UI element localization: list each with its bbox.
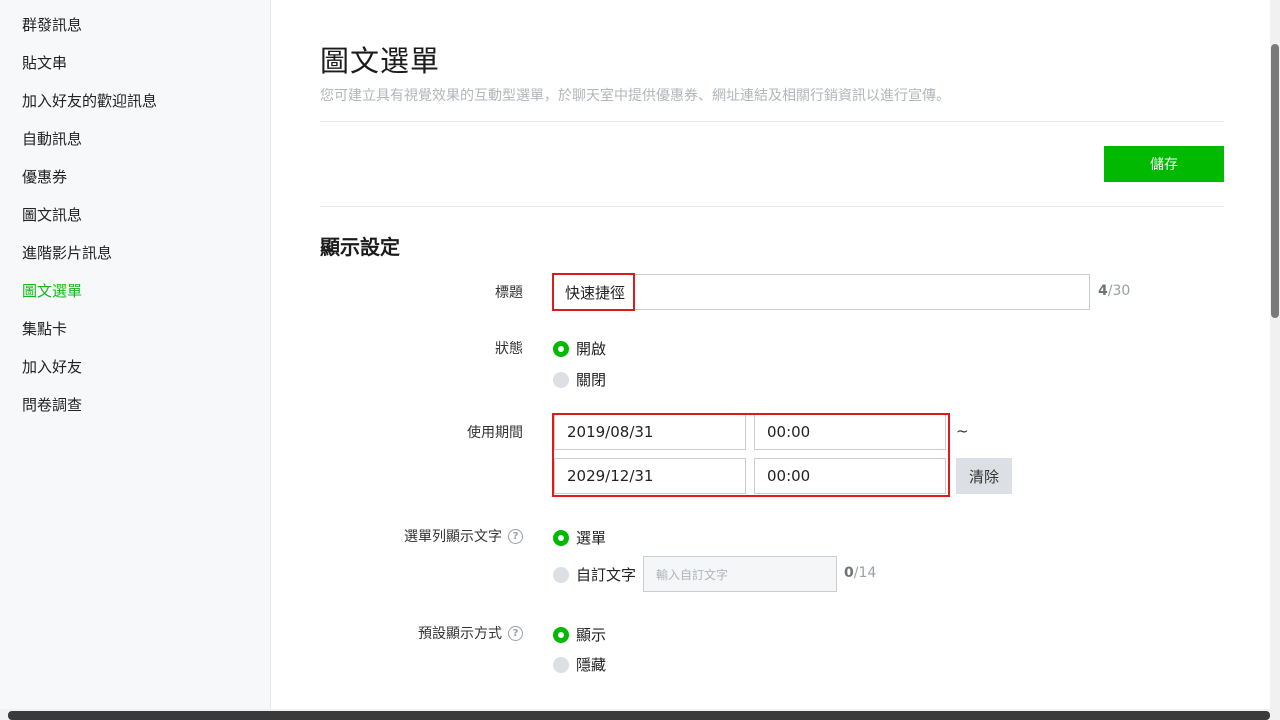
radio-selected-icon (553, 529, 569, 546)
radio-selected-icon (553, 626, 569, 643)
status-radio-on[interactable]: 開啟 (553, 338, 606, 359)
custom-text-char-counter: 0/14 (844, 565, 877, 581)
page-title: 圖文選單 (320, 44, 441, 78)
sidebar-item-rich-video[interactable]: 進階影片訊息 (22, 243, 112, 263)
start-date-input[interactable]: 2019/08/31 (554, 414, 746, 450)
menu-bar-text-radio-custom[interactable]: 自訂文字 (553, 564, 636, 585)
default-display-radio-show[interactable]: 顯示 (553, 624, 606, 645)
sidebar-item-reward-card[interactable]: 集點卡 (22, 319, 67, 339)
radio-unselected-icon (553, 656, 569, 673)
period-label: 使用期間 (467, 425, 523, 441)
question-circle-icon[interactable]: ? (508, 625, 523, 641)
vertical-scrollbar[interactable] (1270, 0, 1280, 720)
scrollbar-thumb[interactable] (8, 711, 1270, 720)
sidebar-item-greeting[interactable]: 加入好友的歡迎訊息 (22, 91, 157, 111)
divider (320, 206, 1224, 207)
radio-unselected-icon (553, 371, 569, 388)
section-title-display-settings: 顯示設定 (320, 235, 400, 259)
sidebar-item-add-friend[interactable]: 加入好友 (22, 357, 82, 377)
default-display-radio-hide[interactable]: 隱藏 (553, 654, 606, 675)
status-radio-off[interactable]: 關閉 (553, 369, 606, 390)
title-char-counter: 4/30 (1098, 283, 1131, 299)
sidebar-item-coupons[interactable]: 優惠券 (22, 167, 67, 187)
menu-bar-text-radio-menu[interactable]: 選單 (553, 527, 606, 548)
divider (320, 121, 1224, 122)
page-description: 您可建立具有視覺效果的互動型選單，於聊天室中提供優惠券、網址連結及相關行銷資訊以… (320, 88, 950, 104)
sidebar: 群發訊息 貼文串 加入好友的歡迎訊息 自動訊息 優惠券 圖文訊息 進階影片訊息 … (0, 0, 271, 720)
period-separator: ~ (956, 422, 969, 440)
custom-text-input[interactable]: 輸入自訂文字 (643, 556, 837, 592)
sidebar-item-auto-reply[interactable]: 自動訊息 (22, 129, 82, 149)
default-display-label: 預設顯示方式? (418, 623, 523, 643)
end-date-input[interactable]: 2029/12/31 (554, 458, 746, 494)
scrollbar-thumb[interactable] (1271, 44, 1279, 318)
save-button[interactable]: 儲存 (1104, 146, 1224, 182)
title-label: 標題 (495, 285, 523, 301)
radio-selected-icon (553, 340, 569, 357)
sidebar-item-rich-messages[interactable]: 圖文訊息 (22, 205, 82, 225)
clear-button[interactable]: 清除 (956, 458, 1012, 494)
horizontal-scrollbar[interactable] (0, 709, 1270, 720)
question-circle-icon[interactable]: ? (508, 528, 523, 544)
main-content: 圖文選單 您可建立具有視覺效果的互動型選單，於聊天室中提供優惠券、網址連結及相關… (272, 0, 1270, 720)
status-label: 狀態 (495, 341, 523, 357)
sidebar-item-timeline[interactable]: 貼文串 (22, 53, 67, 73)
sidebar-item-rich-menu[interactable]: 圖文選單 (22, 281, 82, 301)
end-time-input[interactable]: 00:00 (754, 458, 946, 494)
sidebar-item-broadcast[interactable]: 群發訊息 (22, 15, 82, 35)
radio-unselected-icon (553, 566, 569, 583)
menu-bar-text-label: 選單列顯示文字? (404, 526, 523, 546)
sidebar-item-survey[interactable]: 問卷調查 (22, 395, 82, 415)
start-time-input[interactable]: 00:00 (754, 414, 946, 450)
title-input[interactable]: 快速捷徑 (552, 274, 1090, 310)
